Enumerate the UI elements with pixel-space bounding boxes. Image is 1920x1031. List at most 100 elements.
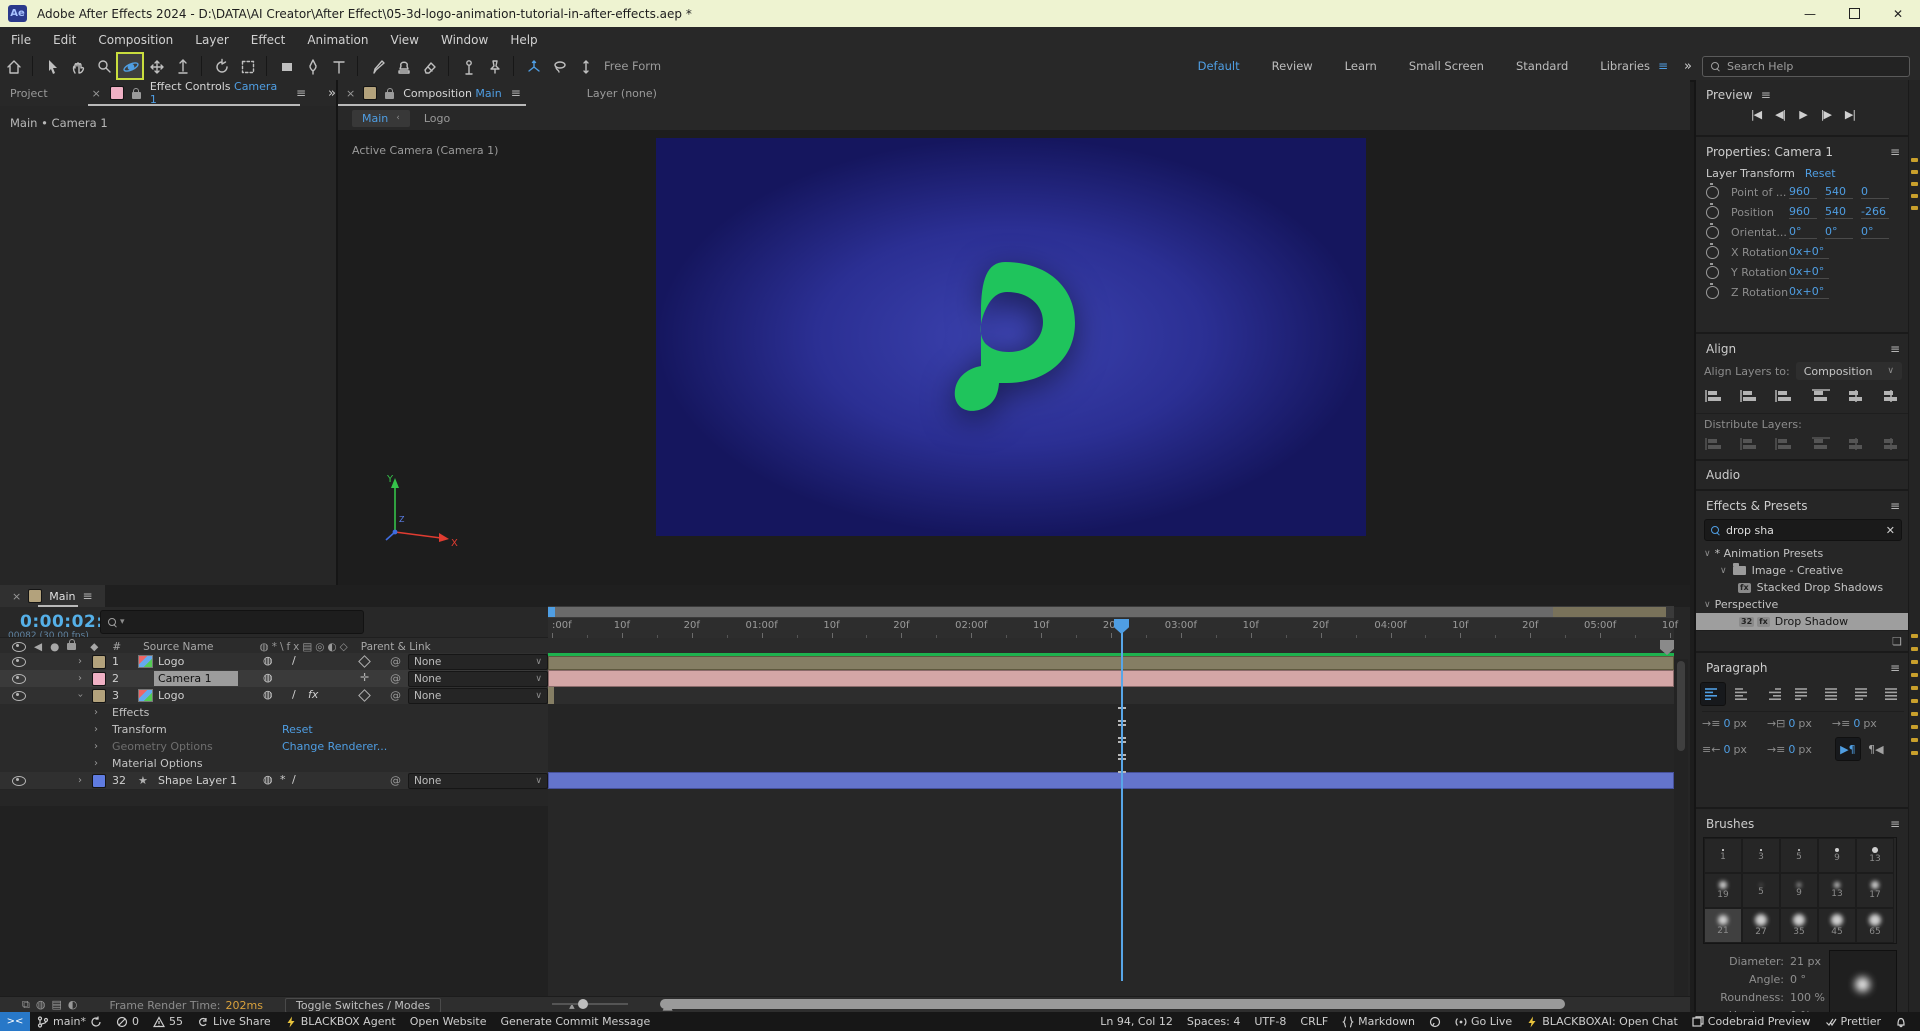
- property-value[interactable]: 0°: [1861, 225, 1889, 239]
- home-icon[interactable]: [1, 54, 25, 78]
- statusbar-item-blackbox-agent[interactable]: BLACKBOX Agent: [278, 1015, 403, 1028]
- property-group-effects[interactable]: › Effects: [0, 704, 548, 722]
- layer-name[interactable]: Logo: [158, 655, 184, 668]
- statusbar-item-main-[interactable]: main*: [30, 1015, 109, 1028]
- parent-pickwhip-icon[interactable]: @: [390, 672, 401, 685]
- timeline-zoom-knob[interactable]: [578, 999, 588, 1009]
- stopwatch-icon[interactable]: [1706, 186, 1719, 199]
- stopwatch-icon[interactable]: [1706, 286, 1719, 299]
- panel-menu-icon[interactable]: ≡: [1890, 145, 1900, 159]
- change-renderer-link[interactable]: Change Renderer...: [282, 740, 387, 753]
- align-layers-icon-5[interactable]: [1880, 388, 1902, 407]
- camera-axis-switch[interactable]: ✛: [360, 671, 369, 684]
- brush-1[interactable]: 1: [1704, 838, 1742, 873]
- brush-9[interactable]: 9: [1818, 838, 1856, 873]
- brush-19[interactable]: 19: [1704, 873, 1742, 908]
- navigator-start-handle[interactable]: [548, 607, 555, 617]
- eye-icon[interactable]: [12, 674, 26, 684]
- expand-icon[interactable]: ›: [78, 673, 82, 684]
- effects-search-input[interactable]: drop sha ✕: [1704, 519, 1902, 541]
- align-distribute-icon-0[interactable]: [1704, 436, 1726, 455]
- parent-dropdown[interactable]: None∨: [408, 671, 548, 687]
- brush-3[interactable]: 3: [1742, 838, 1780, 873]
- expand-icon[interactable]: ›: [78, 775, 82, 786]
- layer-color-swatch[interactable]: [92, 774, 106, 788]
- statusbar-item-live-share[interactable]: Live Share: [190, 1015, 278, 1028]
- layer-name[interactable]: Logo: [158, 689, 184, 702]
- workspace-tab-standard[interactable]: Standard: [1500, 59, 1584, 73]
- collapse-icon[interactable]: ›: [75, 694, 86, 698]
- stopwatch-icon[interactable]: [1706, 246, 1719, 259]
- timeline-pane-toggle-icons[interactable]: ⧉◍▤◐: [22, 998, 83, 1012]
- parent-link-column-label[interactable]: Parent & Link: [361, 641, 431, 653]
- eye-icon[interactable]: [12, 657, 26, 667]
- paragraph-align-button-1[interactable]: [1731, 683, 1755, 705]
- fx-switch[interactable]: fx: [308, 688, 318, 701]
- statusbar-item-bell[interactable]: [1888, 1016, 1914, 1028]
- eye-icon[interactable]: [12, 776, 26, 786]
- playhead-line[interactable]: [1121, 619, 1123, 981]
- align-layers-icon-1[interactable]: [1739, 388, 1761, 407]
- maximize-button[interactable]: [1832, 0, 1876, 27]
- first-frame-button[interactable]: |◀: [1751, 108, 1761, 121]
- timeline-search-input[interactable]: ▾: [100, 610, 364, 634]
- menu-view[interactable]: View: [380, 33, 430, 47]
- tab-effect-controls[interactable]: Effect Controls Camera 1: [150, 80, 287, 106]
- axis-mode-local-icon[interactable]: [521, 54, 545, 78]
- timeline-horizontal-scrollbar[interactable]: [660, 999, 1565, 1009]
- parent-pickwhip-icon[interactable]: @: [390, 774, 401, 787]
- workspace-menu-icon[interactable]: ≡: [1658, 59, 1668, 73]
- align-distribute-icon-2[interactable]: [1774, 436, 1796, 455]
- brush-9[interactable]: 9: [1780, 873, 1818, 908]
- timeline-track-area[interactable]: :00f10f20f01:00f10f20f02:00f10f20f03:00f…: [548, 607, 1674, 997]
- workspace-tab-learn[interactable]: Learn: [1329, 59, 1393, 73]
- property-group-transform[interactable]: › Transform Reset: [0, 721, 548, 739]
- statusbar-item-spaces-4[interactable]: Spaces: 4: [1180, 1015, 1247, 1028]
- time-navigator-thumb[interactable]: [548, 607, 1553, 617]
- chevron-down-icon[interactable]: ∨: [1704, 600, 1711, 610]
- stopwatch-icon[interactable]: [1706, 266, 1719, 279]
- statusbar-item-markdown[interactable]: Markdown: [1335, 1015, 1422, 1028]
- menu-file[interactable]: File: [0, 33, 42, 47]
- property-value[interactable]: 0: [1861, 185, 1889, 199]
- panel-menu-icon[interactable]: ≡: [82, 589, 92, 603]
- axis-mode-world-icon[interactable]: [547, 54, 571, 78]
- zoom-out-icon[interactable]: ▴: [569, 999, 575, 1012]
- property-group-geometry-options[interactable]: › Geometry Options Change Renderer...: [0, 738, 548, 756]
- preset-item-perspective[interactable]: ∨Perspective: [1696, 596, 1910, 613]
- property-value[interactable]: 0°: [1825, 225, 1853, 239]
- menu-edit[interactable]: Edit: [42, 33, 87, 47]
- statusbar-item-open-website[interactable]: Open Website: [403, 1015, 494, 1028]
- time-ruler[interactable]: :00f10f20f01:00f10f20f02:00f10f20f03:00f…: [548, 618, 1674, 639]
- paragraph-align-button-2[interactable]: [1761, 683, 1785, 705]
- timeline-vertical-scrollbar[interactable]: [1674, 659, 1688, 999]
- first-line-indent-field[interactable]: →≡0px: [1767, 743, 1812, 756]
- expand-icon[interactable]: ›: [78, 656, 82, 667]
- align-to-dropdown[interactable]: Composition∨: [1796, 362, 1902, 380]
- app-scrollbar[interactable]: [1908, 80, 1920, 1012]
- property-value[interactable]: 960: [1789, 205, 1817, 219]
- search-help-input[interactable]: Search Help: [1702, 56, 1910, 77]
- panel-menu-icon[interactable]: ≡: [296, 86, 306, 100]
- new-animation-preset-icon[interactable]: ❏: [1892, 635, 1902, 648]
- preset-item-drop-shadow[interactable]: 32fxDrop Shadow: [1696, 613, 1910, 630]
- align-distribute-icon-5[interactable]: [1880, 436, 1902, 455]
- expand-icon[interactable]: ›: [94, 707, 98, 718]
- brush-5[interactable]: 5: [1780, 838, 1818, 873]
- reset-button[interactable]: Reset: [1805, 167, 1836, 180]
- statusbar-item-0[interactable]: 0: [109, 1015, 146, 1028]
- property-value[interactable]: 0x+0°: [1789, 245, 1829, 259]
- selection-tool-icon[interactable]: [40, 54, 64, 78]
- layer-bar-camera-1[interactable]: [548, 670, 1674, 687]
- eye-icon[interactable]: [12, 691, 26, 701]
- pan-camera-tool-icon[interactable]: [144, 54, 168, 78]
- property-value[interactable]: 540: [1825, 205, 1853, 219]
- space-after-field[interactable]: →≡0px: [1832, 717, 1877, 730]
- puppet-pin-tool-icon[interactable]: [456, 54, 480, 78]
- statusbar-item-github[interactable]: [1422, 1016, 1448, 1028]
- time-navigator-bar[interactable]: [548, 606, 1674, 618]
- menu-help[interactable]: Help: [499, 33, 548, 47]
- statusbar-item-generate-commit-message[interactable]: Generate Commit Message: [493, 1015, 657, 1028]
- paragraph-align-button-0[interactable]: [1701, 683, 1725, 705]
- quality-switch[interactable]: /: [292, 773, 296, 786]
